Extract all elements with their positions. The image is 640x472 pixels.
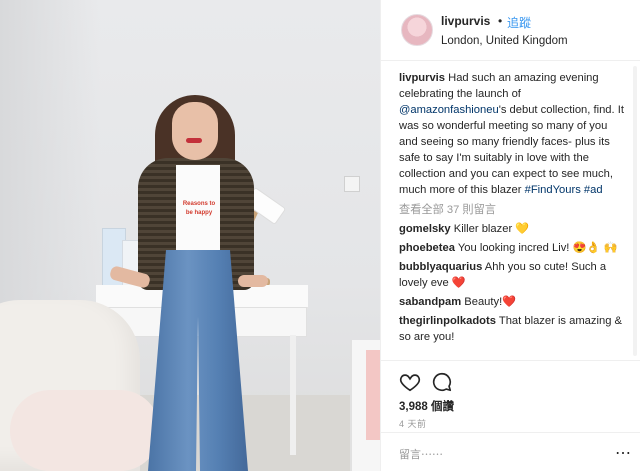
comments-scrollbar[interactable]	[633, 66, 637, 356]
chair-seat	[10, 390, 160, 471]
comment-text: Killer blazer 💛	[450, 223, 530, 235]
avatar[interactable]	[401, 14, 433, 46]
comment-username[interactable]: thegirlinpolkadots	[399, 315, 496, 327]
comment-input[interactable]: 留言⋯⋯	[399, 446, 443, 462]
header-username[interactable]: livpurvis	[441, 14, 490, 28]
comment-text: You looking incred Liv! 😍👌 🙌	[454, 242, 618, 254]
add-comment-bar: 留言⋯⋯ ⋯	[381, 432, 640, 472]
hashtag-link[interactable]: #FindYours	[525, 184, 581, 196]
follow-button[interactable]: 追蹤	[507, 14, 531, 31]
comments-list[interactable]: livpurvis Had such an amazing evening ce…	[399, 70, 627, 360]
comment-username[interactable]: bubblyaquarius	[399, 261, 482, 273]
post-timestamp[interactable]: 4 天前	[399, 417, 427, 430]
view-all-comments-link[interactable]: 查看全部 37 則留言	[399, 202, 627, 218]
location-link[interactable]: London, United Kingdom	[441, 35, 568, 47]
post-photo[interactable]: Reasons to be happy	[0, 0, 380, 471]
hashtag-link[interactable]: #ad	[584, 184, 603, 196]
comment-item: gomelsky Killer blazer 💛	[399, 221, 627, 237]
post-actions: 3,988 個讚 4 天前	[381, 360, 640, 431]
pink-object	[366, 350, 380, 440]
heart-icon[interactable]	[399, 371, 421, 393]
person-lips	[186, 138, 202, 143]
comment-username[interactable]: sabandpam	[399, 296, 461, 308]
instagram-post: Reasons to be happy livpurvis • 追蹤 Londo…	[0, 0, 640, 471]
caption: livpurvis Had such an amazing evening ce…	[399, 70, 627, 198]
comment-username[interactable]: phoebetea	[399, 242, 455, 254]
person-hand	[238, 275, 268, 287]
comment-item: thegirlinpolkadots That blazer is amazin…	[399, 313, 627, 345]
desk-leg	[290, 335, 296, 455]
comment-username[interactable]: gomelsky	[399, 223, 451, 235]
tshirt-print: Reasons to be happy	[182, 201, 216, 216]
post-side-panel: livpurvis • 追蹤 London, United Kingdom li…	[380, 0, 640, 471]
comment-item: sabandpam Beauty!❤️	[399, 294, 627, 310]
caption-text: 's debut collection, find. It was so won…	[399, 104, 624, 196]
like-count[interactable]: 3,988 個讚	[399, 398, 454, 414]
comment-item: phoebetea You looking incred Liv! 😍👌 🙌	[399, 240, 627, 256]
more-options-icon[interactable]: ⋯	[615, 443, 632, 463]
comment-icon[interactable]	[431, 371, 453, 393]
person-face	[172, 102, 218, 160]
post-header: livpurvis • 追蹤 London, United Kingdom	[381, 0, 640, 61]
comment-item: bubblyaquarius Ahh you so cute! Such a l…	[399, 259, 627, 291]
header-separator: •	[498, 14, 503, 28]
wall-switch	[344, 176, 360, 192]
mention-link[interactable]: @amazonfashioneu	[399, 104, 499, 116]
caption-username[interactable]: livpurvis	[399, 72, 445, 84]
comment-text: Beauty!❤️	[461, 296, 517, 308]
